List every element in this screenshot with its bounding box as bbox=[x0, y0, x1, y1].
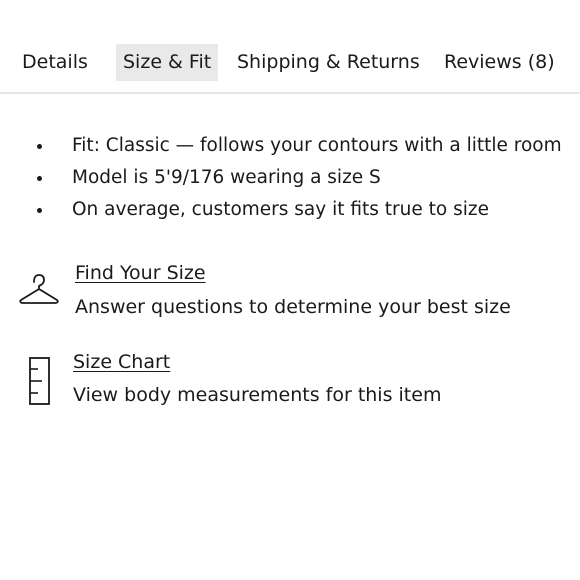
hanger-icon bbox=[18, 269, 60, 313]
bullet-dot bbox=[37, 208, 42, 213]
fit-note-text: On average, customers say it fits true t… bbox=[72, 199, 489, 220]
tab-size-and-fit[interactable]: Size & Fit bbox=[116, 44, 219, 81]
find-your-size-description: Answer questions to determine your best … bbox=[75, 296, 511, 318]
fit-note-text: Fit: Classic — follows your contours wit… bbox=[72, 135, 562, 156]
fit-note-item: Fit: Classic — follows your contours wit… bbox=[0, 130, 580, 162]
fit-note-item: Model is 5'9/176 wearing a size S bbox=[0, 162, 580, 194]
find-your-size-section: Find Your Size Answer questions to deter… bbox=[0, 260, 580, 320]
find-your-size-link[interactable]: Find Your Size bbox=[75, 262, 206, 284]
bullet-dot bbox=[37, 144, 42, 149]
size-chart-section: Size Chart View body measurements for th… bbox=[0, 350, 580, 410]
size-chart-description: View body measurements for this item bbox=[73, 384, 442, 406]
tab-details[interactable]: Details bbox=[22, 44, 88, 81]
ruler-icon bbox=[28, 357, 52, 409]
tab-shipping-and-returns[interactable]: Shipping & Returns bbox=[237, 44, 420, 81]
tab-reviews[interactable]: Reviews (8) bbox=[444, 44, 555, 81]
product-info-tabs: Details Size & Fit Shipping & Returns Re… bbox=[0, 0, 580, 94]
bullet-dot bbox=[37, 176, 42, 181]
fit-notes-list: Fit: Classic — follows your contours wit… bbox=[0, 130, 580, 226]
fit-note-text: Model is 5'9/176 wearing a size S bbox=[72, 167, 381, 188]
size-chart-link[interactable]: Size Chart bbox=[73, 351, 170, 373]
fit-note-item: On average, customers say it fits true t… bbox=[0, 194, 580, 226]
